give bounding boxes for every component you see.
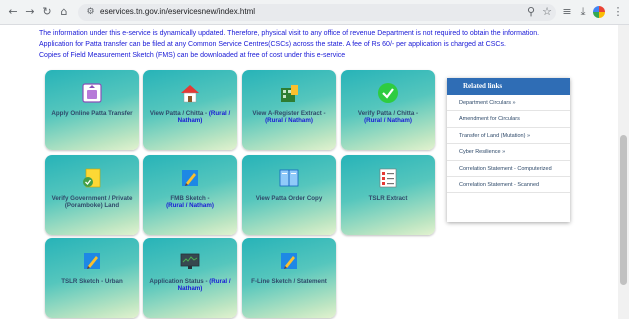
tile-application-status[interactable]: Application Status - (Rural / Natham) <box>143 238 237 318</box>
tile-label: Application Status - <box>149 278 208 285</box>
forward-arrow-icon[interactable]: → <box>23 5 37 19</box>
info-line: Copies of Field Measurement Sketch (FMS)… <box>39 52 346 59</box>
tile-label: F-Line Sketch / Statement <box>251 278 327 285</box>
tile-tslr-extract[interactable]: TSLR Extract <box>341 155 435 235</box>
download-icon[interactable]: ⤓ <box>576 5 590 19</box>
tile-label: View A-Register Extract - <box>252 110 326 117</box>
related-link-cyber-resilience[interactable]: Cyber Resilience » <box>447 144 570 161</box>
tile-view-patta-chitta[interactable]: View Patta / Chitta - (Rural / Natham) <box>143 70 237 150</box>
tile-view-patta-order-copy[interactable]: View Patta Order Copy <box>242 155 336 235</box>
tile-sublabel: (Rural / Natham) <box>364 117 412 124</box>
tile-label: Verify Government / Private (Poramboke) … <box>51 195 133 209</box>
tile-label: View Patta Order Copy <box>255 195 323 202</box>
house-icon <box>181 85 199 103</box>
related-link-correlation-computerized[interactable]: Correlation Statement - Computerized <box>447 161 570 177</box>
related-link-amendment-for-circulars[interactable]: Amendment for Circulars <box>447 111 570 128</box>
related-link-transfer-of-land[interactable]: Transfer of Land (Mutation) » <box>447 128 570 145</box>
page-scrollbar[interactable] <box>618 25 629 319</box>
reload-icon[interactable]: ↻ <box>40 5 54 19</box>
tile-verify-patta-chitta[interactable]: Verify Patta / Chitta - (Rural / Natham) <box>341 70 435 150</box>
site-info-icon[interactable]: ⚙ <box>84 6 97 19</box>
tile-view-a-register-extract[interactable]: View A-Register Extract - (Rural / Natha… <box>242 70 336 150</box>
tab-search-icon[interactable]: ≡ <box>560 5 574 19</box>
tile-label: FMB Sketch - <box>170 195 210 202</box>
profile-avatar[interactable] <box>593 6 605 18</box>
pencil-sketch-icon <box>281 253 297 269</box>
info-text: The information under this e-service is … <box>39 28 539 61</box>
document-check-icon <box>83 168 101 188</box>
tile-label: Verify Patta / Chitta - <box>357 110 419 117</box>
form-list-icon <box>379 168 397 188</box>
menu-kebab-icon[interactable]: ⋮ <box>611 5 625 19</box>
related-link-correlation-scanned[interactable]: Correlation Statement - Scanned <box>447 177 570 194</box>
tile-tslr-sketch-urban[interactable]: TSLR Sketch - Urban <box>45 238 139 318</box>
info-line: The information under this e-service is … <box>39 30 540 37</box>
zoom-icon[interactable]: ⚲ <box>524 5 538 19</box>
pencil-sketch-icon <box>84 253 100 269</box>
building-document-icon <box>281 85 298 102</box>
address-bar[interactable]: ⚙ eservices.tn.gov.in/eservicesnew/index… <box>78 4 556 21</box>
browser-toolbar: ← → ↻ ⌂ ⚙ eservices.tn.gov.in/eservicesn… <box>0 0 629 25</box>
tile-verify-government-private-land[interactable]: Verify Government / Private (Poramboke) … <box>45 155 139 235</box>
related-link-department-circulars[interactable]: Department Circulars » <box>447 95 570 112</box>
tile-label: TSLR Sketch - Urban <box>61 278 123 285</box>
related-links-panel: Related links Department Circulars » Ame… <box>447 78 570 222</box>
back-arrow-icon[interactable]: ← <box>6 5 20 19</box>
tile-label: Apply Online Patta Transfer <box>51 110 133 117</box>
bookmark-star-icon[interactable]: ☆ <box>540 5 554 19</box>
tile-label: TSLR Extract <box>368 195 408 202</box>
tile-fmb-sketch[interactable]: FMB Sketch - (Rural / Natham) <box>143 155 237 235</box>
tile-f-line-sketch-statement[interactable]: F-Line Sketch / Statement <box>242 238 336 318</box>
page-content: The information under this e-service is … <box>0 25 618 319</box>
tile-sublabel: (Rural / Natham) <box>166 202 214 209</box>
home-icon[interactable]: ⌂ <box>57 5 71 19</box>
tile-sublabel: (Rural / Natham) <box>265 117 313 124</box>
pencil-sketch-icon <box>182 170 198 186</box>
tile-label: View Patta / Chitta - <box>149 110 208 117</box>
monitor-icon <box>180 253 200 269</box>
document-upload-icon <box>82 83 102 103</box>
related-links-title: Related links <box>447 78 570 95</box>
scrollbar-thumb[interactable] <box>620 135 627 285</box>
tile-apply-online-patta-transfer[interactable]: Apply Online Patta Transfer <box>45 70 139 150</box>
book-icon <box>279 169 299 187</box>
url-text[interactable]: eservices.tn.gov.in/eservicesnew/index.h… <box>100 7 255 16</box>
info-line: Application for Patta transfer can be fi… <box>39 41 506 48</box>
checkmark-icon <box>378 83 398 103</box>
